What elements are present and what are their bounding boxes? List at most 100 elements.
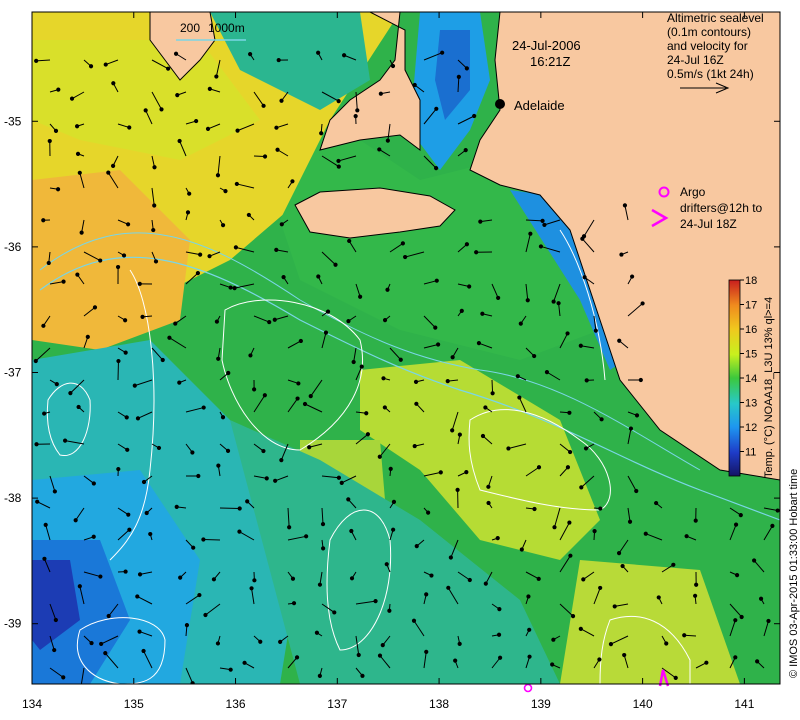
velocity-arrow-head [578,626,583,631]
velocity-arrow-head [91,481,96,486]
argo-line-2: drifters@12h to [680,201,763,215]
velocity-arrow-head [166,66,171,71]
velocity-arrow-head [390,63,396,69]
x-tick-label: 141 [734,697,754,711]
velocity-arrow-head [336,98,341,104]
velocity-arrow-head [246,212,251,218]
velocity-arrow-head [242,660,247,665]
y-tick-label: -36 [4,240,22,254]
velocity-arrow-head [228,285,233,290]
velocity-arrow-head [54,382,59,387]
velocity-arrow-head [496,632,502,637]
velocity-arrow-head [152,203,157,208]
velocity-arrow-head [478,219,483,224]
velocity-arrow-head [195,271,201,276]
velocity-arrow-head [124,415,129,420]
velocity-arrow-head [215,641,221,646]
velocity-arrow-head [75,151,81,156]
velocity-arrow-head [184,623,190,628]
velocity-arrow-head [495,536,500,541]
velocity-arrow-head [79,685,82,688]
velocity-arrow-head [733,655,738,660]
velocity-arrow-head [515,374,520,379]
velocity-arrow-head [341,53,347,58]
velocity-arrow-head [185,210,191,215]
velocity-arrow-head [333,262,338,267]
velocity-arrow-head [567,520,572,525]
velocity-arrow-head [99,641,104,647]
velocity-arrow-head [620,563,625,569]
velocity-arrow-head [592,528,597,534]
velocity-arrow-head [151,227,156,233]
velocity-arrow-head [486,500,491,506]
velocity-arrow-head [433,325,438,330]
velocity-arrow-head [455,487,460,492]
velocity-arrow-head [450,355,455,360]
velocity-arrow-head [640,301,645,306]
velocity-arrow-head [346,319,351,324]
velocity-arrow-head [69,96,75,101]
velocity-arrow-head [111,81,116,86]
argo-line-3: 24-Jul 18Z [680,217,737,231]
velocity-arrow-head [196,473,201,479]
velocity-arrow-head [766,618,771,624]
velocity-arrow-head [47,138,52,144]
velocity-arrow-head [598,585,603,591]
colorbar-tick-label: 14 [745,373,757,385]
velocity-arrow-head [262,154,268,159]
velocity-arrow-head [261,103,266,108]
x-tick-label: 136 [226,697,246,711]
velocity-arrow-head [536,576,541,581]
velocity-arrow-head [474,250,479,255]
velocity-arrow-head [583,446,589,451]
velocity-arrow-head [565,465,571,470]
velocity-arrow-head [156,445,162,451]
velocity-arrow-head [630,274,635,279]
velocity-arrow-head [349,528,354,534]
scale-bar-label-1: 200 [180,21,200,35]
velocity-arrow-head [450,428,455,433]
velocity-arrow-head [579,485,584,490]
colorbar-tick-label: 17 [745,300,757,312]
velocity-arrow-head [248,51,253,57]
adelaide-marker [495,99,505,109]
velocity-arrow-head [457,641,462,646]
velocity-arrow-head [74,124,80,129]
velocity-arrow-head [123,318,128,323]
velocity-arrow-head [472,113,477,119]
velocity-arrow-head [52,489,57,494]
velocity-arrow-head [123,569,128,574]
velocity-arrow-head [194,118,199,124]
velocity-arrow-head [382,318,388,323]
velocity-arrow-head [225,448,231,453]
scale-bar-label-2: 1000m [208,21,245,35]
velocity-arrow-head [52,647,57,653]
velocity-arrow-head [201,537,206,542]
velocity-arrow-head [317,673,322,679]
velocity-arrow-head [517,395,522,400]
velocity-arrow-head [693,593,698,598]
velocity-arrow-head [46,260,51,266]
velocity-arrow-head [733,522,739,527]
velocity-arrow-head [527,654,532,659]
velocity-arrow-head [550,662,555,667]
velocity-arrow-head [506,446,511,451]
velocity-arrow-head [237,529,242,534]
velocity-arrow-head [223,188,228,194]
velocity-arrow-head [349,576,355,581]
velocity-arrow-head [733,618,738,623]
velocity-arrow-head [582,275,587,280]
velocity-arrow-head [581,577,586,582]
velocity-arrow-head [91,534,96,539]
legend-line-2: (0.1m contours) [667,25,751,39]
velocity-arrow-head [752,558,757,563]
velocity-arrow-head [214,74,219,79]
velocity-arrow-head [62,438,68,443]
velocity-arrow-head [353,114,358,119]
velocity-arrow-head [290,576,296,581]
velocity-arrow-head [346,497,351,502]
y-tick-label: -38 [4,491,22,505]
velocity-arrow-head [519,547,524,552]
velocity-arrow-head [77,584,82,589]
city-label: Adelaide [514,98,565,113]
